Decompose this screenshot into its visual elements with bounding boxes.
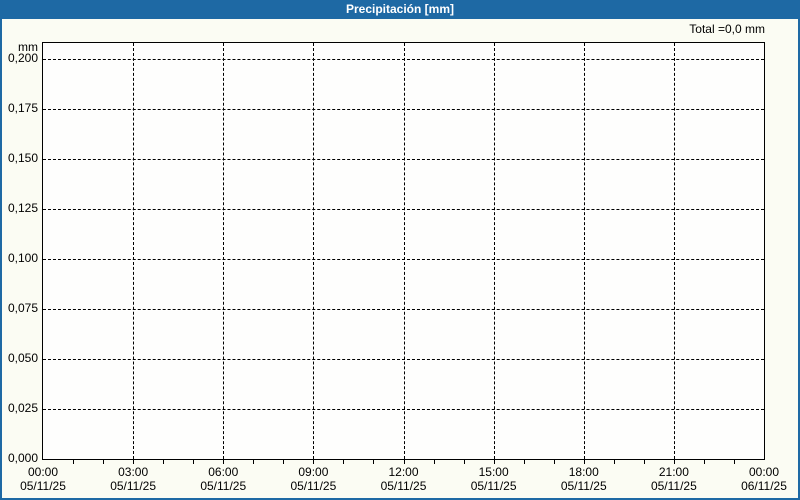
x-tick-date: 05/11/25 <box>650 479 697 493</box>
x-axis-tick-label: 18:00 05/11/25 <box>542 465 626 493</box>
x-axis-tick-label: 12:00 05/11/25 <box>362 465 446 493</box>
x-tick-time: 21:00 <box>658 465 689 479</box>
x-axis-minor-tick <box>223 460 224 464</box>
title-bar: Precipitación [mm] <box>0 0 800 19</box>
plot-area <box>42 42 765 460</box>
x-axis-minor-tick <box>644 460 645 464</box>
gridline-vertical <box>404 43 405 459</box>
x-axis-minor-tick <box>133 460 134 464</box>
y-axis-tick-label: 0,175 <box>7 101 38 115</box>
x-axis-minor-tick <box>283 460 284 464</box>
x-tick-time: 09:00 <box>298 465 329 479</box>
y-axis-tick-label: 0,075 <box>7 301 38 315</box>
x-tick-date: 05/11/25 <box>380 479 427 493</box>
gridline-vertical <box>313 43 314 459</box>
x-tick-time: 00:00 <box>27 465 59 479</box>
x-axis-minor-tick <box>253 460 254 464</box>
x-axis-minor-tick <box>464 460 465 464</box>
x-axis-minor-tick <box>704 460 705 464</box>
x-tick-date: 06/11/25 <box>741 479 787 493</box>
gridline-vertical <box>584 43 585 459</box>
x-axis-minor-tick <box>554 460 555 464</box>
x-axis-minor-tick <box>343 460 344 464</box>
x-tick-date: 05/11/25 <box>290 479 337 493</box>
x-axis-minor-tick <box>73 460 74 464</box>
x-axis-minor-tick <box>373 460 374 464</box>
gridline-vertical <box>494 43 495 459</box>
y-axis-tick-label: 0,050 <box>7 351 38 365</box>
x-axis-tick-label: 09:00 05/11/25 <box>271 465 355 493</box>
x-axis-minor-tick <box>524 460 525 464</box>
x-axis-minor-tick <box>404 460 405 464</box>
x-tick-time: 12:00 <box>388 465 419 479</box>
x-axis-minor-tick <box>434 460 435 464</box>
y-axis-tick-label: 0,100 <box>7 251 38 265</box>
x-tick-date: 05/11/25 <box>470 479 517 493</box>
x-axis-minor-tick <box>103 460 104 464</box>
x-tick-time: 15:00 <box>478 465 509 479</box>
x-axis-minor-tick <box>674 460 675 464</box>
chart-window: Precipitación [mm] Total =0,0 mm mm 0,20… <box>0 0 800 500</box>
x-axis-tick-label: 00:00 06/11/25 <box>722 465 800 493</box>
gridline-vertical <box>133 43 134 459</box>
y-axis-tick-label: 0,200 <box>7 51 38 65</box>
gridline-vertical <box>223 43 224 459</box>
x-axis-tick-label: 00:00 05/11/25 <box>1 465 85 493</box>
x-tick-time: 18:00 <box>568 465 599 479</box>
x-tick-date: 05/11/25 <box>200 479 247 493</box>
x-axis-tick-label: 15:00 05/11/25 <box>452 465 536 493</box>
x-tick-time: 00:00 <box>748 465 780 479</box>
x-axis-minor-tick <box>163 460 164 464</box>
y-axis-tick-label: 0,000 <box>7 451 38 465</box>
x-tick-date: 05/11/25 <box>560 479 607 493</box>
y-axis-tick-label: 0,150 <box>7 151 38 165</box>
x-axis-minor-tick <box>313 460 314 464</box>
x-axis-tick-label: 06:00 05/11/25 <box>181 465 265 493</box>
chart-title: Precipitación [mm] <box>345 2 455 16</box>
x-axis-tick-label: 21:00 05/11/25 <box>632 465 716 493</box>
x-tick-time: 03:00 <box>118 465 149 479</box>
x-axis-minor-tick <box>584 460 585 464</box>
x-axis-tick-label: 03:00 05/11/25 <box>91 465 175 493</box>
total-label: Total =0,0 mm <box>689 22 765 36</box>
x-axis-minor-tick <box>614 460 615 464</box>
x-axis-minor-tick <box>734 460 735 464</box>
x-axis-minor-tick <box>494 460 495 464</box>
gridline-vertical <box>674 43 675 459</box>
x-tick-date: 05/11/25 <box>20 479 66 493</box>
x-axis-minor-tick <box>193 460 194 464</box>
x-tick-date: 05/11/25 <box>110 479 157 493</box>
y-axis-tick-label: 0,125 <box>7 201 38 215</box>
y-axis-tick-label: 0,025 <box>7 401 38 415</box>
x-tick-time: 06:00 <box>208 465 239 479</box>
